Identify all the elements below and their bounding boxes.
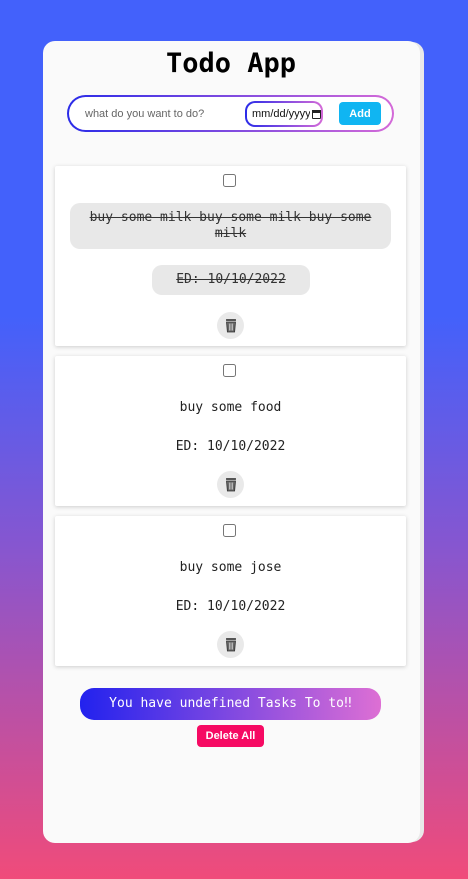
task-item: buy some milk buy some milk buy some mil…: [55, 166, 406, 346]
trash-icon: [225, 478, 236, 492]
add-task-form: mm/dd/yyyy Add: [67, 95, 394, 132]
task-input[interactable]: [81, 103, 249, 124]
task-checkbox[interactable]: [223, 364, 236, 377]
delete-task-button[interactable]: [217, 312, 244, 339]
add-task-form-inner: mm/dd/yyyy Add: [69, 97, 392, 130]
date-input[interactable]: mm/dd/yyyy: [245, 101, 323, 127]
task-date: ED: 10/10/2022: [175, 599, 286, 614]
task-checkbox[interactable]: [223, 524, 236, 537]
date-placeholder: mm/dd/yyyy: [252, 108, 310, 120]
task-item: buy some food ED: 10/10/2022: [55, 356, 406, 506]
page-title: Todo App: [165, 48, 297, 79]
task-text: buy some jose: [179, 560, 282, 575]
task-date: ED: 10/10/2022: [152, 265, 310, 295]
trash-icon: [225, 319, 236, 333]
trash-icon: [225, 638, 236, 652]
task-counter: You have undefined Tasks To to‼: [80, 688, 381, 720]
task-item: buy some jose ED: 10/10/2022: [55, 516, 406, 666]
delete-task-button[interactable]: [217, 471, 244, 498]
add-button[interactable]: Add: [339, 102, 381, 125]
task-checkbox[interactable]: [223, 174, 236, 187]
delete-task-button[interactable]: [217, 631, 244, 658]
date-input-inner[interactable]: mm/dd/yyyy: [247, 103, 321, 125]
task-text: buy some food: [179, 400, 282, 415]
delete-all-button[interactable]: Delete All: [197, 725, 264, 747]
task-date: ED: 10/10/2022: [175, 439, 286, 454]
calendar-icon[interactable]: [312, 109, 321, 119]
task-text: buy some milk buy some milk buy some mil…: [70, 203, 391, 249]
